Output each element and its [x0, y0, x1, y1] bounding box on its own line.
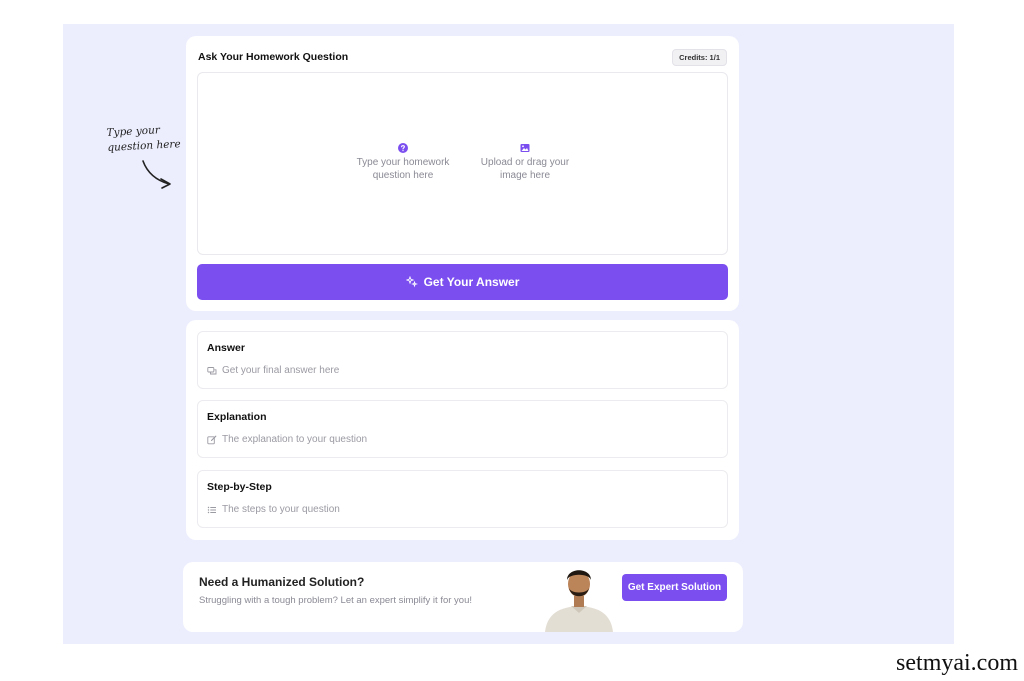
- expert-solution-banner: Need a Humanized Solution? Struggling wi…: [183, 562, 743, 632]
- step-by-step-placeholder: The steps to your question: [222, 504, 340, 515]
- watermark: setmyai.com: [896, 650, 1018, 676]
- chat-icon: [207, 366, 217, 374]
- ask-card-title: Ask Your Homework Question: [198, 51, 349, 63]
- step-by-step-placeholder-row: The steps to your question: [207, 504, 340, 515]
- step-by-step-title: Step-by-Step: [207, 481, 272, 493]
- expert-description: Struggling with a tough problem? Let an …: [199, 595, 473, 606]
- get-answer-button[interactable]: Get Your Answer: [197, 264, 728, 300]
- explanation-panel: Explanation The explanation to your ques…: [197, 400, 728, 458]
- step-by-step-panel: Step-by-Step The steps to your question: [197, 470, 728, 528]
- type-option-line-1: Type your homework: [356, 157, 450, 168]
- expert-title: Need a Humanized Solution?: [199, 575, 365, 589]
- upload-option-line-1: Upload or drag your: [480, 157, 570, 168]
- explanation-title: Explanation: [207, 411, 267, 423]
- explanation-placeholder: The explanation to your question: [222, 434, 368, 445]
- answer-title: Answer: [207, 342, 245, 354]
- type-option-line-2: question here: [372, 170, 434, 181]
- type-question-option[interactable]: Type your homework question here: [348, 143, 458, 182]
- upload-image-option[interactable]: Upload or drag your image here: [470, 143, 580, 182]
- explanation-placeholder-row: The explanation to your question: [207, 434, 367, 445]
- hint-arrow-icon: [142, 160, 171, 189]
- image-icon: [520, 144, 530, 152]
- question-input-area[interactable]: Type your homework question here Upload …: [197, 72, 728, 255]
- edit-icon: [207, 435, 217, 444]
- credits-badge: Credits: 1/1: [672, 49, 727, 66]
- answer-panel: Answer Get your final answer here: [197, 331, 728, 389]
- results-card: Answer Get your final answer here Explan…: [186, 320, 739, 540]
- get-expert-solution-button[interactable]: Get Expert Solution: [622, 574, 727, 601]
- answer-placeholder: Get your final answer here: [222, 365, 340, 376]
- expert-photo: [545, 570, 613, 632]
- answer-placeholder-row: Get your final answer here: [207, 365, 339, 376]
- get-answer-label: Get Your Answer: [423, 275, 520, 289]
- ask-question-card: Ask Your Homework Question Credits: 1/1 …: [186, 36, 739, 311]
- upload-option-line-2: image here: [499, 170, 551, 181]
- question-circle-icon: [398, 143, 408, 153]
- sparkle-icon: [405, 276, 418, 288]
- list-icon: [207, 506, 216, 513]
- handwritten-hint: Type your question here: [106, 122, 182, 156]
